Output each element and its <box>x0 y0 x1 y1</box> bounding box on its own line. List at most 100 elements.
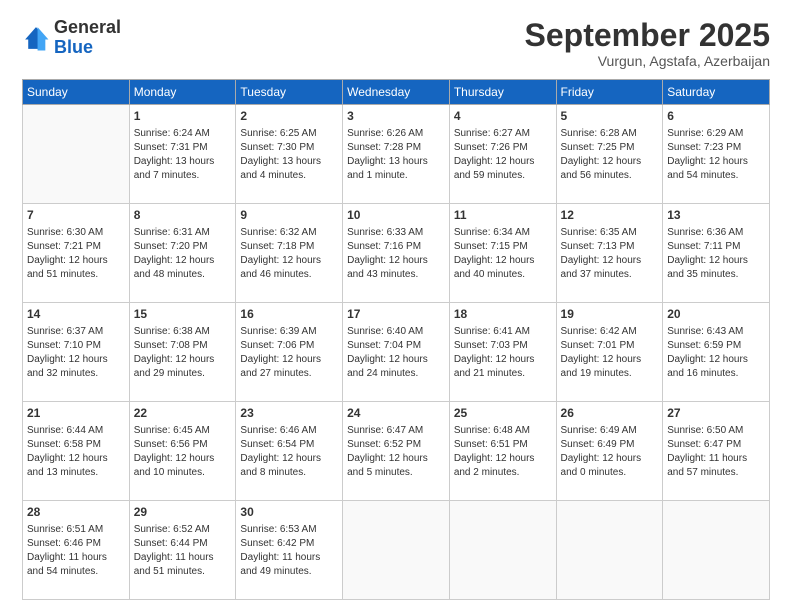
calendar-day-cell: 30 Sunrise: 6:53 AMSunset: 6:42 PMDayligh… <box>236 501 343 600</box>
day-number: 17 <box>347 306 445 323</box>
day-number: 24 <box>347 405 445 422</box>
calendar-week-row: 7Sunrise: 6:30 AMSunset: 7:21 PMDaylight… <box>23 204 770 303</box>
day-of-week-header: Sunday <box>23 80 130 105</box>
logo: General Blue <box>22 18 121 58</box>
day-number: 7 <box>27 207 125 224</box>
day-number: 10 <box>347 207 445 224</box>
calendar-day-cell: 13 Sunrise: 6:36 AMSunset: 7:11 PMDayligh… <box>663 204 770 303</box>
day-number: 26 <box>561 405 659 422</box>
calendar-day-cell: 4 Sunrise: 6:27 AMSunset: 7:26 PMDaylight… <box>449 105 556 204</box>
day-number: 12 <box>561 207 659 224</box>
day-of-week-header: Friday <box>556 80 663 105</box>
day-info: Sunrise: 6:51 AMSunset: 6:46 PMDaylight:… <box>27 523 125 579</box>
day-info: Sunrise: 6:38 AMSunset: 7:08 PMDaylight:… <box>134 325 232 381</box>
calendar-day-cell: 9Sunrise: 6:32 AMSunset: 7:18 PMDaylight… <box>236 204 343 303</box>
day-info: Sunrise: 6:37 AMSunset: 7:10 PMDaylight:… <box>27 325 125 381</box>
calendar-day-cell: 3Sunrise: 6:26 AMSunset: 7:28 PMDaylight… <box>343 105 450 204</box>
day-of-week-header: Monday <box>129 80 236 105</box>
calendar-day-cell: 28 Sunrise: 6:51 AMSunset: 6:46 PMDayligh… <box>23 501 130 600</box>
day-info: Sunrise: 6:25 AMSunset: 7:30 PMDaylight:… <box>240 127 338 183</box>
day-number: 18 <box>454 306 552 323</box>
day-number: 15 <box>134 306 232 323</box>
calendar-table: SundayMondayTuesdayWednesdayThursdayFrid… <box>22 79 770 600</box>
day-number: 11 <box>454 207 552 224</box>
day-number: 8 <box>134 207 232 224</box>
calendar-day-cell: 29Sunrise: 6:52 AMSunset: 6:44 PMDayligh… <box>129 501 236 600</box>
day-number: 27 <box>667 405 765 422</box>
day-info: Sunrise: 6:36 AMSunset: 7:11 PMDaylight:… <box>667 226 765 282</box>
calendar-day-cell: 16 Sunrise: 6:39 AMSunset: 7:06 PMDayligh… <box>236 303 343 402</box>
location-title: Vurgun, Agstafa, Azerbaijan <box>525 53 770 69</box>
calendar-week-row: 21 Sunrise: 6:44 AMSunset: 6:58 PMDayligh… <box>23 402 770 501</box>
day-number: 4 <box>454 108 552 125</box>
day-number: 20 <box>667 306 765 323</box>
day-info: Sunrise: 6:33 AMSunset: 7:16 PMDaylight:… <box>347 226 445 282</box>
calendar-day-cell: 10 Sunrise: 6:33 AMSunset: 7:16 PMDayligh… <box>343 204 450 303</box>
day-number: 1 <box>134 108 232 125</box>
day-info: Sunrise: 6:47 AMSunset: 6:52 PMDaylight:… <box>347 424 445 480</box>
calendar-day-cell: 2 Sunrise: 6:25 AMSunset: 7:30 PMDaylight… <box>236 105 343 204</box>
calendar-day-cell: 1Sunrise: 6:24 AMSunset: 7:31 PMDaylight… <box>129 105 236 204</box>
day-number: 5 <box>561 108 659 125</box>
day-info: Sunrise: 6:42 AMSunset: 7:01 PMDaylight:… <box>561 325 659 381</box>
day-info: Sunrise: 6:27 AMSunset: 7:26 PMDaylight:… <box>454 127 552 183</box>
day-info: Sunrise: 6:44 AMSunset: 6:58 PMDaylight:… <box>27 424 125 480</box>
calendar-day-cell <box>663 501 770 600</box>
calendar-header-row: SundayMondayTuesdayWednesdayThursdayFrid… <box>23 80 770 105</box>
page: General Blue September 2025 Vurgun, Agst… <box>0 0 792 612</box>
calendar-day-cell: 26 Sunrise: 6:49 AMSunset: 6:49 PMDayligh… <box>556 402 663 501</box>
logo-line2: Blue <box>54 38 121 58</box>
month-title: September 2025 <box>525 18 770 53</box>
day-number: 3 <box>347 108 445 125</box>
calendar-day-cell: 27 Sunrise: 6:50 AMSunset: 6:47 PMDayligh… <box>663 402 770 501</box>
day-number: 30 <box>240 504 338 521</box>
day-number: 13 <box>667 207 765 224</box>
calendar-day-cell: 18Sunrise: 6:41 AMSunset: 7:03 PMDayligh… <box>449 303 556 402</box>
calendar-day-cell <box>556 501 663 600</box>
calendar-day-cell: 23 Sunrise: 6:46 AMSunset: 6:54 PMDayligh… <box>236 402 343 501</box>
logo-text: General Blue <box>54 18 121 58</box>
logo-icon <box>22 24 50 52</box>
day-number: 16 <box>240 306 338 323</box>
calendar-day-cell: 17 Sunrise: 6:40 AMSunset: 7:04 PMDayligh… <box>343 303 450 402</box>
day-number: 21 <box>27 405 125 422</box>
calendar-day-cell: 19Sunrise: 6:42 AMSunset: 7:01 PMDayligh… <box>556 303 663 402</box>
day-info: Sunrise: 6:43 AMSunset: 6:59 PMDaylight:… <box>667 325 765 381</box>
calendar-day-cell: 14Sunrise: 6:37 AMSunset: 7:10 PMDayligh… <box>23 303 130 402</box>
day-of-week-header: Saturday <box>663 80 770 105</box>
day-info: Sunrise: 6:31 AMSunset: 7:20 PMDaylight:… <box>134 226 232 282</box>
calendar-day-cell: 24 Sunrise: 6:47 AMSunset: 6:52 PMDayligh… <box>343 402 450 501</box>
calendar-day-cell: 6Sunrise: 6:29 AMSunset: 7:23 PMDaylight… <box>663 105 770 204</box>
day-info: Sunrise: 6:49 AMSunset: 6:49 PMDaylight:… <box>561 424 659 480</box>
day-info: Sunrise: 6:35 AMSunset: 7:13 PMDaylight:… <box>561 226 659 282</box>
day-number: 28 <box>27 504 125 521</box>
day-number: 22 <box>134 405 232 422</box>
day-info: Sunrise: 6:39 AMSunset: 7:06 PMDaylight:… <box>240 325 338 381</box>
day-info: Sunrise: 6:40 AMSunset: 7:04 PMDaylight:… <box>347 325 445 381</box>
day-number: 2 <box>240 108 338 125</box>
calendar-week-row: 1Sunrise: 6:24 AMSunset: 7:31 PMDaylight… <box>23 105 770 204</box>
day-number: 25 <box>454 405 552 422</box>
calendar-day-cell: 8 Sunrise: 6:31 AMSunset: 7:20 PMDaylight… <box>129 204 236 303</box>
logo-line1: General <box>54 18 121 38</box>
day-number: 23 <box>240 405 338 422</box>
calendar-day-cell <box>23 105 130 204</box>
day-of-week-header: Wednesday <box>343 80 450 105</box>
calendar-day-cell: 20 Sunrise: 6:43 AMSunset: 6:59 PMDayligh… <box>663 303 770 402</box>
calendar-day-cell: 25Sunrise: 6:48 AMSunset: 6:51 PMDayligh… <box>449 402 556 501</box>
calendar-day-cell: 21 Sunrise: 6:44 AMSunset: 6:58 PMDayligh… <box>23 402 130 501</box>
calendar-day-cell: 12 Sunrise: 6:35 AMSunset: 7:13 PMDayligh… <box>556 204 663 303</box>
day-info: Sunrise: 6:28 AMSunset: 7:25 PMDaylight:… <box>561 127 659 183</box>
calendar-day-cell: 7Sunrise: 6:30 AMSunset: 7:21 PMDaylight… <box>23 204 130 303</box>
day-info: Sunrise: 6:50 AMSunset: 6:47 PMDaylight:… <box>667 424 765 480</box>
day-of-week-header: Tuesday <box>236 80 343 105</box>
calendar-week-row: 28 Sunrise: 6:51 AMSunset: 6:46 PMDayligh… <box>23 501 770 600</box>
day-info: Sunrise: 6:32 AMSunset: 7:18 PMDaylight:… <box>240 226 338 282</box>
day-info: Sunrise: 6:46 AMSunset: 6:54 PMDaylight:… <box>240 424 338 480</box>
day-info: Sunrise: 6:29 AMSunset: 7:23 PMDaylight:… <box>667 127 765 183</box>
calendar-day-cell <box>343 501 450 600</box>
calendar-day-cell: 5 Sunrise: 6:28 AMSunset: 7:25 PMDaylight… <box>556 105 663 204</box>
calendar-day-cell: 11Sunrise: 6:34 AMSunset: 7:15 PMDayligh… <box>449 204 556 303</box>
day-info: Sunrise: 6:53 AMSunset: 6:42 PMDaylight:… <box>240 523 338 579</box>
day-info: Sunrise: 6:52 AMSunset: 6:44 PMDaylight:… <box>134 523 232 579</box>
